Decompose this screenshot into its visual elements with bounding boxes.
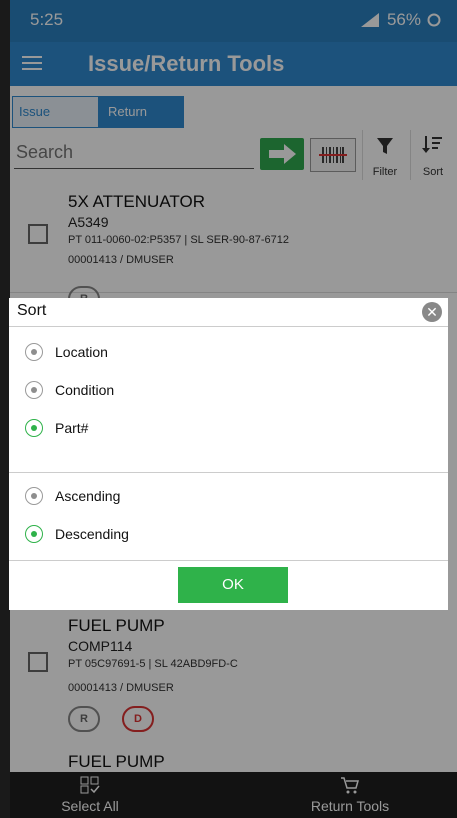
radio-button[interactable] [25, 381, 43, 399]
ok-button[interactable]: OK [178, 567, 288, 603]
radio-button[interactable] [25, 525, 43, 543]
radio-label: Location [55, 344, 108, 360]
dialog-title: Sort [17, 302, 47, 319]
sort-dialog: Sort ✕ Location Condition Part# Ascendin… [9, 298, 448, 610]
dialog-header: Sort ✕ [9, 298, 448, 327]
radio-label: Condition [55, 382, 115, 398]
section-divider [9, 472, 448, 473]
section-divider [9, 560, 448, 561]
radio-label: Descending [55, 526, 129, 542]
radio-button[interactable] [25, 343, 43, 361]
radio-button[interactable] [25, 419, 43, 437]
radio-label: Ascending [55, 488, 121, 504]
radio-label: Part# [55, 420, 89, 436]
radio-button[interactable] [25, 487, 43, 505]
close-icon[interactable]: ✕ [422, 302, 442, 322]
